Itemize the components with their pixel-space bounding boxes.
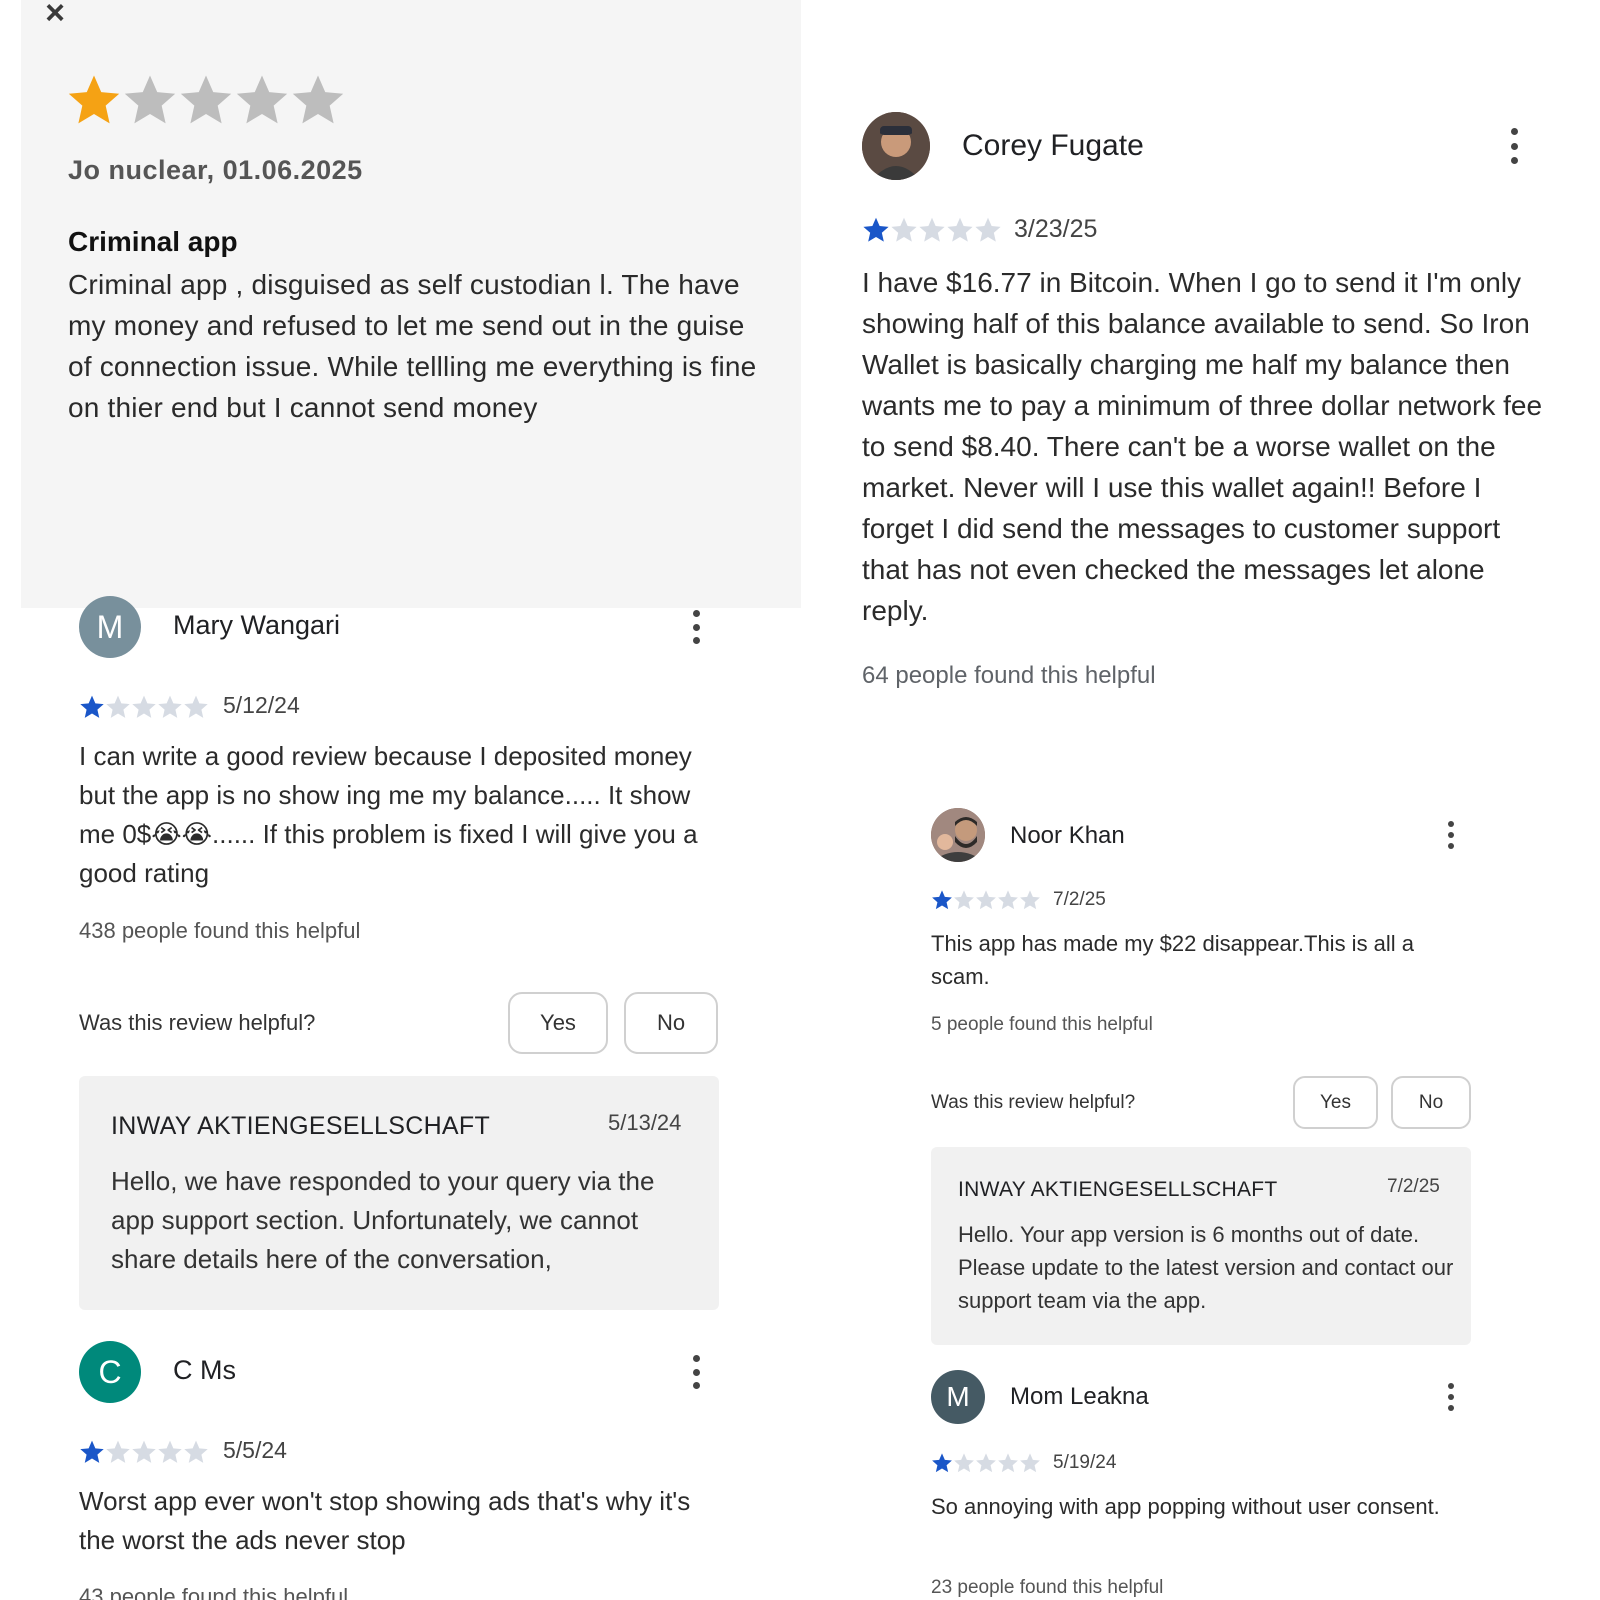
- reviewer-name: Noor Khan: [1010, 822, 1125, 849]
- review-date: 5/19/24: [1053, 1452, 1117, 1473]
- star-rating: [79, 694, 209, 720]
- reviewer-name: Mom Leakna: [1010, 1383, 1149, 1410]
- star-empty-icon: [236, 75, 288, 124]
- more-options-icon[interactable]: [689, 610, 703, 644]
- star-empty-icon: [184, 1440, 208, 1463]
- review-body: This app has made my $22 disappear.This …: [931, 931, 1415, 989]
- star-filled-icon: [80, 1440, 104, 1463]
- star-empty-icon: [919, 217, 945, 242]
- star-filled-icon: [863, 217, 889, 242]
- avatar: M: [931, 1370, 985, 1424]
- star-empty-icon: [998, 1453, 1018, 1473]
- star-empty-icon: [891, 217, 917, 242]
- star-empty-icon: [947, 217, 973, 242]
- avatar-letter: C: [98, 1353, 122, 1390]
- review-body: Worst app ever won't stop showing ads th…: [79, 1486, 691, 1555]
- helpful-count: 438 people found this helpful: [79, 918, 361, 943]
- star-filled-icon: [932, 890, 952, 910]
- more-options-icon[interactable]: [1507, 128, 1521, 164]
- star-empty-icon: [124, 75, 176, 124]
- person-photo-icon: [862, 112, 930, 180]
- star-rating: [931, 889, 1041, 911]
- helpful-question: Was this review helpful?: [931, 1092, 1136, 1113]
- review-body: So annoying with app popping without use…: [931, 1494, 1440, 1519]
- star-empty-icon: [106, 695, 130, 718]
- star-empty-icon: [184, 695, 208, 718]
- featured-star-rating: [66, 72, 346, 132]
- avatar-letter: M: [946, 1381, 970, 1412]
- developer-name: INWAY AKTIENGESELLSCHAFT: [111, 1112, 491, 1140]
- helpful-yes-button[interactable]: Yes: [508, 992, 608, 1054]
- more-options-icon[interactable]: [1445, 1383, 1457, 1411]
- star-empty-icon: [975, 217, 1001, 242]
- star-rating: [862, 216, 1002, 244]
- helpful-count: 43 people found this helpful: [79, 1584, 349, 1600]
- more-options-icon[interactable]: [689, 1355, 703, 1389]
- star-empty-icon: [132, 1440, 156, 1463]
- star-empty-icon: [998, 890, 1018, 910]
- review-body: Criminal app , disguised as self custodi…: [68, 269, 757, 423]
- reply-text: Hello, we have responded to your query v…: [111, 1166, 655, 1274]
- helpful-no-button[interactable]: No: [624, 992, 718, 1054]
- reviewer-name: Mary Wangari: [173, 610, 341, 640]
- star-empty-icon: [158, 1440, 182, 1463]
- helpful-count: 64 people found this helpful: [862, 662, 1156, 689]
- star-filled-icon: [80, 695, 104, 718]
- review-date: 3/23/25: [1014, 215, 1098, 243]
- star-empty-icon: [1020, 890, 1040, 910]
- close-icon[interactable]: ×: [40, 0, 70, 30]
- star-filled-icon: [932, 1453, 952, 1473]
- helpful-yes-button[interactable]: Yes: [1293, 1076, 1378, 1129]
- avatar: C: [79, 1341, 141, 1403]
- star-filled-icon: [68, 75, 120, 124]
- star-empty-icon: [180, 75, 232, 124]
- star-empty-icon: [976, 1453, 996, 1473]
- avatar-letter: M: [96, 608, 124, 645]
- helpful-no-button[interactable]: No: [1391, 1076, 1471, 1129]
- helpful-count: 23 people found this helpful: [931, 1577, 1164, 1598]
- person-photo-icon: [931, 808, 985, 862]
- review-body: I can write a good review because I depo…: [79, 741, 698, 888]
- star-empty-icon: [976, 890, 996, 910]
- user-photo-avatar: [931, 808, 985, 862]
- review-date: 5/12/24: [223, 692, 300, 718]
- star-empty-icon: [132, 695, 156, 718]
- user-photo-avatar: [862, 112, 930, 180]
- review-body: I have $16.77 in Bitcoin. When I go to s…: [862, 267, 1543, 626]
- star-empty-icon: [954, 890, 974, 910]
- developer-name: INWAY AKTIENGESELLSCHAFT: [958, 1178, 1278, 1201]
- avatar: M: [79, 596, 141, 658]
- more-options-icon[interactable]: [1445, 821, 1457, 849]
- reviewer-name: C Ms: [173, 1355, 236, 1385]
- reply-date: 7/2/25: [1387, 1176, 1440, 1197]
- reviewer-name: Corey Fugate: [962, 129, 1144, 162]
- helpful-count: 5 people found this helpful: [931, 1014, 1153, 1035]
- star-empty-icon: [292, 75, 344, 124]
- review-date: 5/5/24: [223, 1437, 287, 1463]
- star-rating: [931, 1452, 1041, 1474]
- star-empty-icon: [954, 1453, 974, 1473]
- helpful-question: Was this review helpful?: [79, 1010, 316, 1035]
- star-empty-icon: [106, 1440, 130, 1463]
- review-author-date: Jo nuclear, 01.06.2025: [68, 155, 363, 185]
- star-rating: [79, 1439, 209, 1465]
- star-empty-icon: [1020, 1453, 1040, 1473]
- review-title: Criminal app: [68, 226, 238, 257]
- reply-text: Hello. Your app version is 6 months out …: [958, 1222, 1454, 1313]
- reply-date: 5/13/24: [608, 1110, 682, 1135]
- review-date: 7/2/25: [1053, 889, 1106, 910]
- star-empty-icon: [158, 695, 182, 718]
